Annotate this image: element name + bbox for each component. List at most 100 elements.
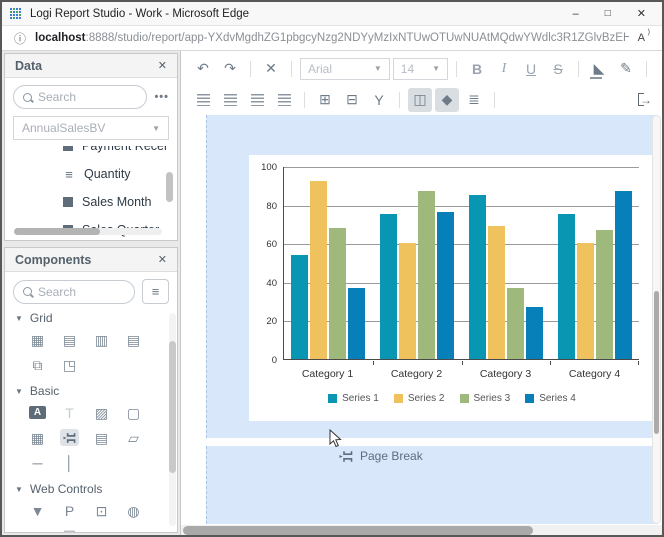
align-right-button[interactable]: [245, 88, 269, 112]
component-parameter-control[interactable]: P: [60, 502, 79, 519]
components-search-box[interactable]: [13, 280, 135, 304]
bar-series-4[interactable]: [348, 288, 365, 359]
component-navigation-bar[interactable]: ◍: [124, 502, 143, 519]
exit-studio-button[interactable]: →: [638, 93, 652, 107]
delete-button[interactable]: ✕: [259, 57, 283, 81]
component-banded[interactable]: ▤: [60, 331, 79, 348]
component-subreport[interactable]: ▱: [124, 429, 143, 446]
site-info-icon[interactable]: ⓘ: [14, 30, 26, 47]
data-panel-title: Data: [15, 59, 42, 73]
undo-button[interactable]: ↶: [191, 57, 215, 81]
bar-series-2[interactable]: [399, 243, 416, 359]
canvas-hscrollbar[interactable]: [181, 525, 662, 535]
structure-view-toggle[interactable]: ◫: [408, 88, 432, 112]
bar-series-1[interactable]: [558, 214, 575, 359]
bold-button[interactable]: B: [465, 57, 489, 81]
bar-series-1[interactable]: [469, 195, 486, 359]
component-page-panel[interactable]: ▢: [124, 404, 143, 421]
underline-button[interactable]: U: [519, 57, 543, 81]
merge-cells-button[interactable]: ⊞: [313, 88, 337, 112]
align-center-button[interactable]: [218, 88, 242, 112]
redo-button[interactable]: ↷: [218, 57, 242, 81]
bar-series-2[interactable]: [577, 243, 594, 359]
close-window-button[interactable]: ✕: [637, 7, 646, 20]
component-summary-table[interactable]: ▤: [124, 331, 143, 348]
filter-button[interactable]: Y: [367, 88, 391, 112]
component-text-box[interactable]: ⊟: [92, 527, 111, 532]
object-view-toggle[interactable]: ◆: [435, 88, 459, 112]
data-list-vscrollbar[interactable]: [166, 172, 173, 202]
page-break-marker[interactable]: Page Break: [339, 449, 423, 463]
report-page[interactable]: 020406080100 Category 1Category 2Categor…: [206, 115, 658, 438]
bar-series-4[interactable]: [615, 191, 632, 359]
components-vscrollbar[interactable]: [169, 313, 176, 526]
component-section-web-controls[interactable]: ▼Web Controls: [15, 482, 173, 496]
component-filter-control[interactable]: ▼: [28, 502, 47, 519]
outline-list-button[interactable]: ≣: [462, 88, 486, 112]
bar-series-2[interactable]: [310, 181, 327, 359]
data-field-row[interactable]: ≡Quantity: [8, 160, 174, 188]
bar-series-3[interactable]: [596, 230, 613, 359]
url-text[interactable]: localhost:8888/studio/report/app-YXdvMgd…: [35, 32, 629, 44]
component-label[interactable]: A: [28, 404, 47, 421]
strikethrough-button[interactable]: S: [546, 57, 570, 81]
component-report-body[interactable]: ◳: [60, 356, 79, 373]
data-panel-close-icon[interactable]: ✕: [158, 59, 167, 72]
scrollbar-thumb[interactable]: [183, 526, 533, 535]
bar-series-3[interactable]: [507, 288, 524, 359]
component-table-grid[interactable]: ▦: [28, 429, 47, 446]
chart-component[interactable]: 020406080100 Category 1Category 2Categor…: [249, 155, 655, 421]
component-table[interactable]: ▦: [28, 331, 47, 348]
component-checkbox[interactable]: ☑: [60, 527, 79, 532]
components-panel-close-icon[interactable]: ✕: [158, 253, 167, 266]
data-more-button[interactable]: •••: [154, 91, 169, 103]
split-cells-button[interactable]: ⊟: [340, 88, 364, 112]
component-banded-object[interactable]: ▤: [92, 429, 111, 446]
data-search-box[interactable]: [13, 85, 147, 109]
data-list-hscrollbar[interactable]: [14, 228, 162, 235]
font-family-select[interactable]: Arial ▼: [300, 58, 390, 80]
component-list-box[interactable]: ◧: [124, 527, 143, 532]
component-radio-button[interactable]: ◎: [28, 527, 47, 532]
component-icon-grid: ▼P⊡◍◎☑⊟◧⊐◘▭⊠▦⊧: [13, 502, 171, 532]
components-list-view-button[interactable]: ≡: [142, 279, 169, 304]
bar-series-1[interactable]: [380, 214, 397, 359]
fill-color-button[interactable]: ◣: [587, 57, 611, 81]
italic-button[interactable]: I: [492, 57, 516, 81]
component-page-break[interactable]: [60, 429, 79, 446]
read-aloud-icon[interactable]: A: [638, 32, 650, 44]
data-search-input[interactable]: [38, 90, 137, 104]
scrollbar-thumb[interactable]: [654, 291, 659, 434]
component-parameter-form[interactable]: ⊡: [92, 502, 111, 519]
bar-series-4[interactable]: [526, 307, 543, 359]
component-text-field[interactable]: T: [60, 404, 79, 421]
justify-button[interactable]: [272, 88, 296, 112]
align-left-button[interactable]: [191, 88, 215, 112]
scrollbar-thumb[interactable]: [14, 228, 100, 235]
component-crosstab[interactable]: ▥: [92, 331, 111, 348]
data-field-row[interactable]: Payment Recei: [8, 146, 174, 160]
component-tabular[interactable]: ⧉: [28, 356, 47, 373]
component-horizontal-line[interactable]: ─: [28, 454, 47, 471]
font-color-button[interactable]: ✎: [614, 57, 638, 81]
scrollbar-thumb[interactable]: [169, 341, 176, 473]
components-search-input[interactable]: [38, 285, 125, 299]
data-field-row[interactable]: Sales Month: [8, 188, 174, 216]
address-bar[interactable]: ⓘ localhost:8888/studio/report/app-YXdvM…: [2, 26, 662, 51]
bar-series-2[interactable]: [488, 226, 505, 359]
bar-series-3[interactable]: [418, 191, 435, 359]
bar-series-1[interactable]: [291, 255, 308, 359]
bar-series-4[interactable]: [437, 212, 454, 359]
component-vertical-line[interactable]: │: [60, 454, 79, 471]
report-page-next[interactable]: Page Break: [206, 446, 658, 524]
bar-series-3[interactable]: [329, 228, 346, 359]
dataset-select[interactable]: AnnualSalesBV ▼: [13, 116, 169, 140]
component-section-grid[interactable]: ▼Grid: [15, 311, 173, 325]
design-canvas[interactable]: 020406080100 Category 1Category 2Categor…: [181, 113, 662, 535]
canvas-vscrollbar[interactable]: [652, 115, 661, 524]
font-size-select[interactable]: 14 ▼: [393, 58, 448, 80]
minimize-button[interactable]: –: [573, 8, 579, 20]
maximize-button[interactable]: □: [605, 8, 611, 19]
component-section-basic[interactable]: ▼Basic: [15, 384, 173, 398]
component-image[interactable]: ▨: [92, 404, 111, 421]
